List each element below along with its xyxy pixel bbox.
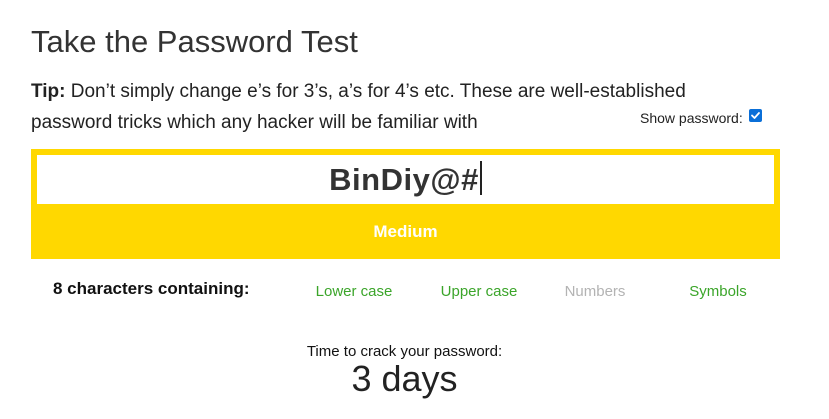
crack-time-value: 3 days bbox=[351, 358, 458, 399]
text-caret bbox=[479, 160, 482, 195]
requirement-upper-case: Upper case bbox=[440, 283, 518, 300]
strength-label: Medium bbox=[373, 222, 438, 241]
password-input[interactable]: BinDiy@# bbox=[37, 155, 774, 204]
tip-text: Don’t simply change e’s for 3’s, a’s for… bbox=[31, 81, 686, 133]
tip-label: Tip: bbox=[31, 81, 66, 102]
password-strength-panel: BinDiy@# Medium bbox=[31, 149, 780, 259]
tip-paragraph: Tip: Don’t simply change e’s for 3’s, a’… bbox=[31, 76, 751, 138]
show-password-toggle[interactable]: Show password: bbox=[640, 108, 762, 126]
requirement-lower-case: Lower case bbox=[315, 283, 393, 300]
password-test-page: Take the Password Test Tip: Don’t simply… bbox=[0, 0, 829, 419]
requirements-label: 8 characters containing: bbox=[53, 279, 250, 298]
show-password-checkbox[interactable] bbox=[748, 108, 762, 122]
password-value: BinDiy@# bbox=[329, 161, 479, 197]
page-title: Take the Password Test bbox=[31, 24, 358, 59]
requirement-numbers: Numbers bbox=[564, 283, 626, 300]
show-password-label: Show password: bbox=[640, 110, 743, 126]
checkmark-icon bbox=[750, 111, 760, 119]
requirement-symbols: Symbols bbox=[689, 283, 747, 300]
